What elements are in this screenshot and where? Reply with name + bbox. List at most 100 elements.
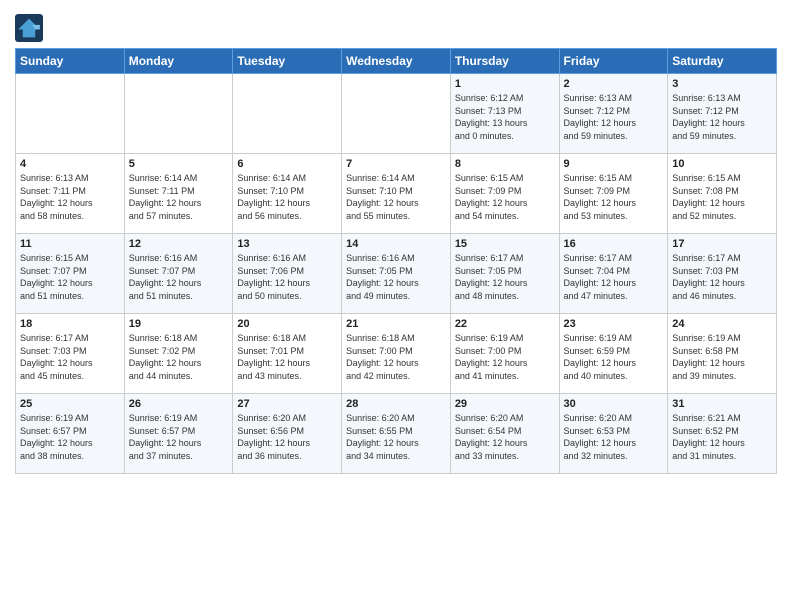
day-info: Sunrise: 6:17 AM Sunset: 7:03 PM Dayligh… <box>20 332 120 382</box>
day-info: Sunrise: 6:14 AM Sunset: 7:11 PM Dayligh… <box>129 172 229 222</box>
day-cell-29: 29Sunrise: 6:20 AM Sunset: 6:54 PM Dayli… <box>450 394 559 474</box>
day-number: 3 <box>672 78 772 90</box>
day-cell-7: 7 Sunrise: 6:14 AM Sunset: 7:10 PM Daylig… <box>342 154 451 234</box>
day-number: 12 <box>129 238 229 250</box>
day-number: 30 <box>564 398 664 410</box>
day-cell-30: 30 Sunrise: 6:20 AM Sunset: 6:53 PM Dayli… <box>559 394 668 474</box>
page-container: SundayMondayTuesdayWednesdayThursdayFrid… <box>0 0 792 479</box>
day-info: Sunrise: 6:14 AM Sunset: 7:10 PM Dayligh… <box>237 172 337 222</box>
day-cell-4: 4 Sunrise: 6:13 AM Sunset: 7:11 PM Daylig… <box>16 154 125 234</box>
day-cell-11: 11 Sunrise: 6:15 AM Sunset: 7:07 PM Dayli… <box>16 234 125 314</box>
day-number: 25 <box>20 398 120 410</box>
day-info: Sunrise: 6:16 AM Sunset: 7:05 PM Dayligh… <box>346 252 446 302</box>
day-cell-19: 19Sunrise: 6:18 AM Sunset: 7:02 PM Dayli… <box>124 314 233 394</box>
day-info: Sunrise: 6:20 AM Sunset: 6:53 PM Dayligh… <box>564 412 664 462</box>
logo <box>15 14 47 42</box>
day-info: Sunrise: 6:18 AM Sunset: 7:01 PM Dayligh… <box>237 332 337 382</box>
header <box>15 10 777 42</box>
day-cell-1: 1 Sunrise: 6:12 AM Sunset: 7:13 PM Daylig… <box>450 74 559 154</box>
day-info: Sunrise: 6:14 AM Sunset: 7:10 PM Dayligh… <box>346 172 446 222</box>
day-cell-empty-1 <box>124 74 233 154</box>
day-number: 6 <box>237 158 337 170</box>
day-number: 9 <box>564 158 664 170</box>
day-info: Sunrise: 6:17 AM Sunset: 7:05 PM Dayligh… <box>455 252 555 302</box>
calendar-table: SundayMondayTuesdayWednesdayThursdayFrid… <box>15 48 777 474</box>
day-info: Sunrise: 6:20 AM Sunset: 6:55 PM Dayligh… <box>346 412 446 462</box>
day-cell-empty-3 <box>342 74 451 154</box>
day-cell-15: 15 Sunrise: 6:17 AM Sunset: 7:05 PM Dayli… <box>450 234 559 314</box>
day-number: 8 <box>455 158 555 170</box>
day-info: Sunrise: 6:15 AM Sunset: 7:09 PM Dayligh… <box>564 172 664 222</box>
day-number: 4 <box>20 158 120 170</box>
day-number: 11 <box>20 238 120 250</box>
day-cell-5: 5 Sunrise: 6:14 AM Sunset: 7:11 PM Daylig… <box>124 154 233 234</box>
day-info: Sunrise: 6:13 AM Sunset: 7:12 PM Dayligh… <box>564 92 664 142</box>
day-info: Sunrise: 6:19 AM Sunset: 6:57 PM Dayligh… <box>129 412 229 462</box>
day-info: Sunrise: 6:17 AM Sunset: 7:03 PM Dayligh… <box>672 252 772 302</box>
week-row-4: 18 Sunrise: 6:17 AM Sunset: 7:03 PM Dayli… <box>16 314 777 394</box>
day-cell-17: 17 Sunrise: 6:17 AM Sunset: 7:03 PM Dayli… <box>668 234 777 314</box>
day-number: 28 <box>346 398 446 410</box>
day-number: 10 <box>672 158 772 170</box>
day-number: 17 <box>672 238 772 250</box>
day-info: Sunrise: 6:20 AM Sunset: 6:56 PM Dayligh… <box>237 412 337 462</box>
day-number: 1 <box>455 78 555 90</box>
day-cell-empty-0 <box>16 74 125 154</box>
weekday-header-sunday: Sunday <box>16 49 125 74</box>
day-info: Sunrise: 6:19 AM Sunset: 6:59 PM Dayligh… <box>564 332 664 382</box>
day-number: 27 <box>237 398 337 410</box>
day-cell-31: 31Sunrise: 6:21 AM Sunset: 6:52 PM Dayli… <box>668 394 777 474</box>
day-cell-3: 3 Sunrise: 6:13 AM Sunset: 7:12 PM Daylig… <box>668 74 777 154</box>
day-number: 15 <box>455 238 555 250</box>
day-number: 7 <box>346 158 446 170</box>
weekday-header-friday: Friday <box>559 49 668 74</box>
day-cell-9: 9 Sunrise: 6:15 AM Sunset: 7:09 PM Daylig… <box>559 154 668 234</box>
day-cell-8: 8 Sunrise: 6:15 AM Sunset: 7:09 PM Daylig… <box>450 154 559 234</box>
day-cell-14: 14 Sunrise: 6:16 AM Sunset: 7:05 PM Dayli… <box>342 234 451 314</box>
day-number: 23 <box>564 318 664 330</box>
weekday-header-row: SundayMondayTuesdayWednesdayThursdayFrid… <box>16 49 777 74</box>
day-cell-22: 22Sunrise: 6:19 AM Sunset: 7:00 PM Dayli… <box>450 314 559 394</box>
logo-icon <box>15 14 43 42</box>
day-number: 14 <box>346 238 446 250</box>
day-cell-27: 27 Sunrise: 6:20 AM Sunset: 6:56 PM Dayli… <box>233 394 342 474</box>
day-info: Sunrise: 6:16 AM Sunset: 7:07 PM Dayligh… <box>129 252 229 302</box>
day-info: Sunrise: 6:15 AM Sunset: 7:08 PM Dayligh… <box>672 172 772 222</box>
day-cell-28: 28 Sunrise: 6:20 AM Sunset: 6:55 PM Dayli… <box>342 394 451 474</box>
day-cell-24: 24 Sunrise: 6:19 AM Sunset: 6:58 PM Dayli… <box>668 314 777 394</box>
day-info: Sunrise: 6:12 AM Sunset: 7:13 PM Dayligh… <box>455 92 555 142</box>
day-info: Sunrise: 6:19 AM Sunset: 6:58 PM Dayligh… <box>672 332 772 382</box>
day-cell-23: 23 Sunrise: 6:19 AM Sunset: 6:59 PM Dayli… <box>559 314 668 394</box>
day-info: Sunrise: 6:19 AM Sunset: 6:57 PM Dayligh… <box>20 412 120 462</box>
day-info: Sunrise: 6:13 AM Sunset: 7:12 PM Dayligh… <box>672 92 772 142</box>
day-number: 24 <box>672 318 772 330</box>
day-info: Sunrise: 6:18 AM Sunset: 7:00 PM Dayligh… <box>346 332 446 382</box>
day-number: 5 <box>129 158 229 170</box>
weekday-header-wednesday: Wednesday <box>342 49 451 74</box>
day-info: Sunrise: 6:15 AM Sunset: 7:09 PM Dayligh… <box>455 172 555 222</box>
day-number: 16 <box>564 238 664 250</box>
day-number: 2 <box>564 78 664 90</box>
day-info: Sunrise: 6:13 AM Sunset: 7:11 PM Dayligh… <box>20 172 120 222</box>
day-cell-6: 6 Sunrise: 6:14 AM Sunset: 7:10 PM Daylig… <box>233 154 342 234</box>
day-cell-18: 18 Sunrise: 6:17 AM Sunset: 7:03 PM Dayli… <box>16 314 125 394</box>
week-row-2: 4 Sunrise: 6:13 AM Sunset: 7:11 PM Daylig… <box>16 154 777 234</box>
day-cell-26: 26 Sunrise: 6:19 AM Sunset: 6:57 PM Dayli… <box>124 394 233 474</box>
day-number: 13 <box>237 238 337 250</box>
day-info: Sunrise: 6:15 AM Sunset: 7:07 PM Dayligh… <box>20 252 120 302</box>
day-cell-13: 13Sunrise: 6:16 AM Sunset: 7:06 PM Dayli… <box>233 234 342 314</box>
day-cell-20: 20Sunrise: 6:18 AM Sunset: 7:01 PM Dayli… <box>233 314 342 394</box>
day-cell-10: 10 Sunrise: 6:15 AM Sunset: 7:08 PM Dayli… <box>668 154 777 234</box>
day-info: Sunrise: 6:18 AM Sunset: 7:02 PM Dayligh… <box>129 332 229 382</box>
day-info: Sunrise: 6:21 AM Sunset: 6:52 PM Dayligh… <box>672 412 772 462</box>
day-info: Sunrise: 6:20 AM Sunset: 6:54 PM Dayligh… <box>455 412 555 462</box>
day-info: Sunrise: 6:17 AM Sunset: 7:04 PM Dayligh… <box>564 252 664 302</box>
weekday-header-monday: Monday <box>124 49 233 74</box>
weekday-header-thursday: Thursday <box>450 49 559 74</box>
week-row-1: 1 Sunrise: 6:12 AM Sunset: 7:13 PM Daylig… <box>16 74 777 154</box>
day-number: 21 <box>346 318 446 330</box>
day-cell-16: 16 Sunrise: 6:17 AM Sunset: 7:04 PM Dayli… <box>559 234 668 314</box>
weekday-header-tuesday: Tuesday <box>233 49 342 74</box>
day-number: 18 <box>20 318 120 330</box>
day-number: 26 <box>129 398 229 410</box>
